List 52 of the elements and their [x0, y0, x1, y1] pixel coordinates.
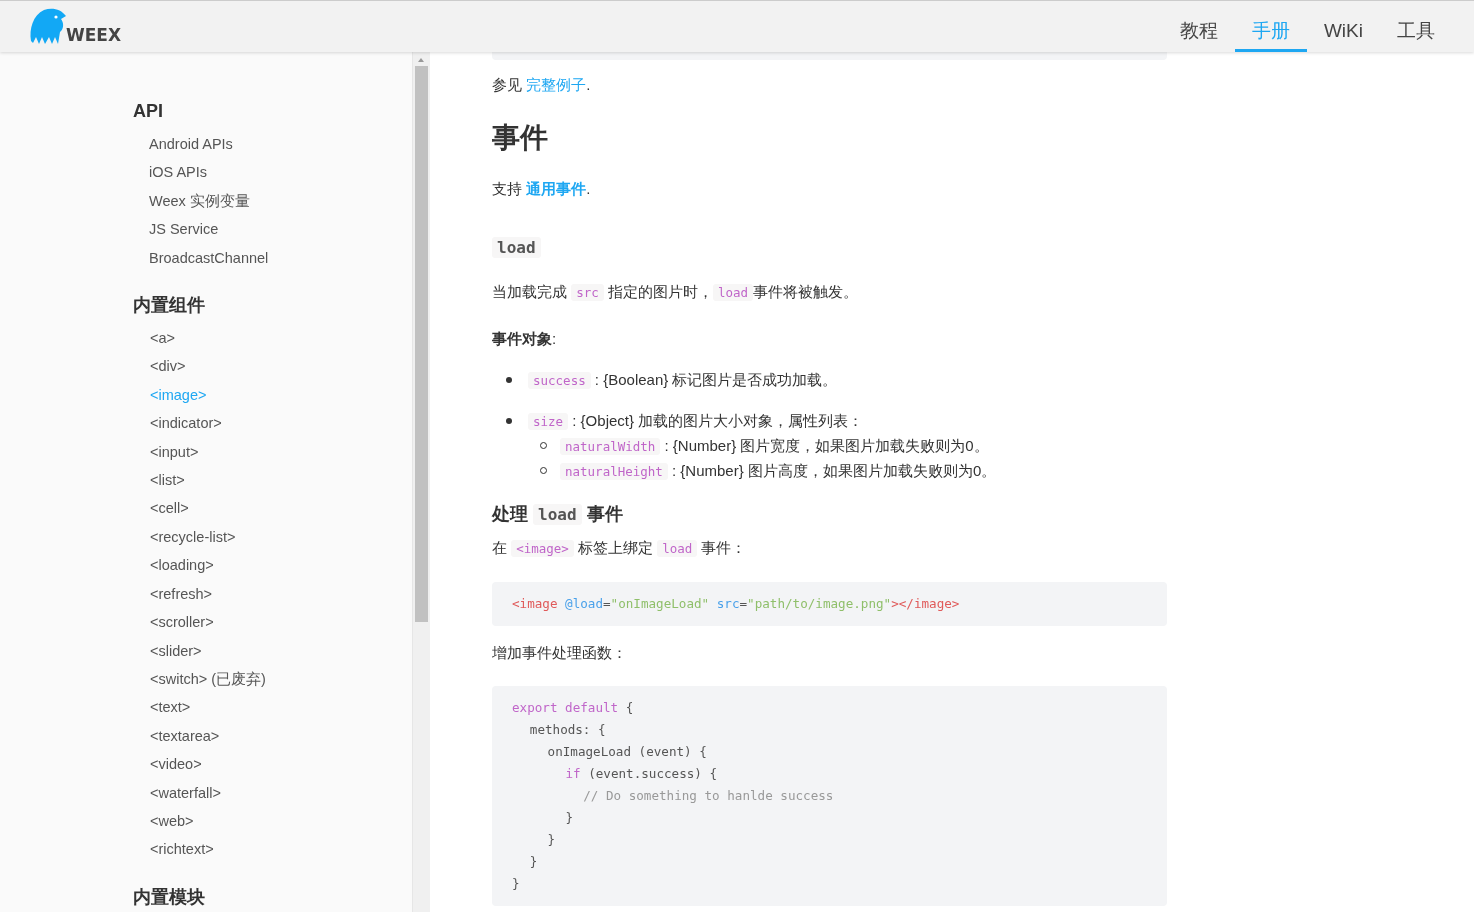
section-title: API: [133, 100, 164, 123]
code-line: }: [565, 809, 573, 827]
sidebar-link[interactable]: Weex 实例变量: [133, 186, 250, 216]
subsection-heading: 处理 load 事件: [492, 503, 624, 527]
section-title: 内置模块: [133, 885, 206, 909]
sidebar-link[interactable]: <slider>: [133, 636, 202, 665]
sidebar-link[interactable]: Android APIs: [133, 130, 233, 159]
code-line: onImageLoad (event) {: [547, 743, 707, 761]
sidebar-link[interactable]: <indicator>: [133, 409, 222, 438]
sidebar-link[interactable]: <waterfall>: [133, 778, 221, 807]
sidebar-link[interactable]: <list>: [133, 466, 185, 495]
sidebar-link[interactable]: <input>: [133, 437, 199, 467]
section-title: 内置组件: [133, 294, 206, 318]
sidebar-link[interactable]: <cell>: [133, 494, 189, 523]
sidebar-link[interactable]: <refresh>: [133, 579, 213, 609]
sidebar-link[interactable]: <a>: [133, 324, 175, 353]
code-line: // Do something to hanlde success: [583, 787, 834, 805]
sidebar-link[interactable]: <loading>: [133, 551, 214, 580]
sidebar-link[interactable]: JS Service: [133, 215, 219, 244]
nav-tab[interactable]: WiKi: [1306, 1, 1380, 52]
code-line: if (event.success) {: [565, 765, 718, 783]
label-text: 事件对象:: [492, 329, 558, 349]
list-item-text: size : {Object} 加载的图片大小对象，属性列表：: [528, 412, 864, 429]
sidebar-link[interactable]: <scroller>: [133, 608, 214, 637]
logo-link[interactable]: WEEX: [0, 1, 122, 52]
sidebar-link[interactable]: <video>: [133, 750, 202, 779]
paragraph: 参见 完整例子.: [492, 75, 592, 95]
paragraph: 在 <image> 标签上绑定 load 事件：: [492, 538, 748, 559]
sidebar-link[interactable]: iOS APIs: [133, 158, 208, 187]
section-heading: 事件: [492, 121, 549, 155]
sidebar-link[interactable]: <web>: [133, 806, 194, 836]
list-item-text: naturalHeight : {Number} 图片高度，如果图片加载失败则为0。: [560, 462, 997, 479]
sidebar-link[interactable]: <text>: [133, 693, 191, 722]
paragraph: 增加事件处理函数：: [492, 643, 628, 663]
sidebar-link[interactable]: BroadcastChannel: [133, 243, 269, 273]
code-line: }: [529, 853, 538, 871]
sidebar-link[interactable]: <recycle-list>: [133, 522, 236, 552]
code-line: }: [512, 875, 520, 893]
sidebar-link[interactable]: <div>: [133, 352, 186, 381]
sidebar-link[interactable]: <richtext>: [133, 835, 214, 864]
list-item-text: success : {Boolean} 标记图片是否成功加载。: [528, 371, 838, 388]
code-line: methods: {: [529, 721, 606, 739]
code-line: }: [547, 831, 556, 849]
code-line: <image @load="onImageLoad" src="path/to/image.png"></image>: [512, 595, 960, 613]
paragraph: 当加载完成 src 指定的图片时， load 事件将被触发。: [492, 282, 860, 303]
paragraph: 支持 通用事件.: [492, 179, 592, 199]
code-line: export default {: [512, 699, 634, 717]
list-item-text: naturalWidth : {Number} 图片宽度，如果图片加载失败则为0。: [560, 437, 989, 454]
nav-tab[interactable]: 工具: [1380, 1, 1452, 52]
sidebar-link[interactable]: <switch> (已废弃): [133, 664, 266, 694]
sidebar-link[interactable]: <textarea>: [133, 721, 220, 751]
nav-tab[interactable]: 教程: [1162, 1, 1235, 52]
